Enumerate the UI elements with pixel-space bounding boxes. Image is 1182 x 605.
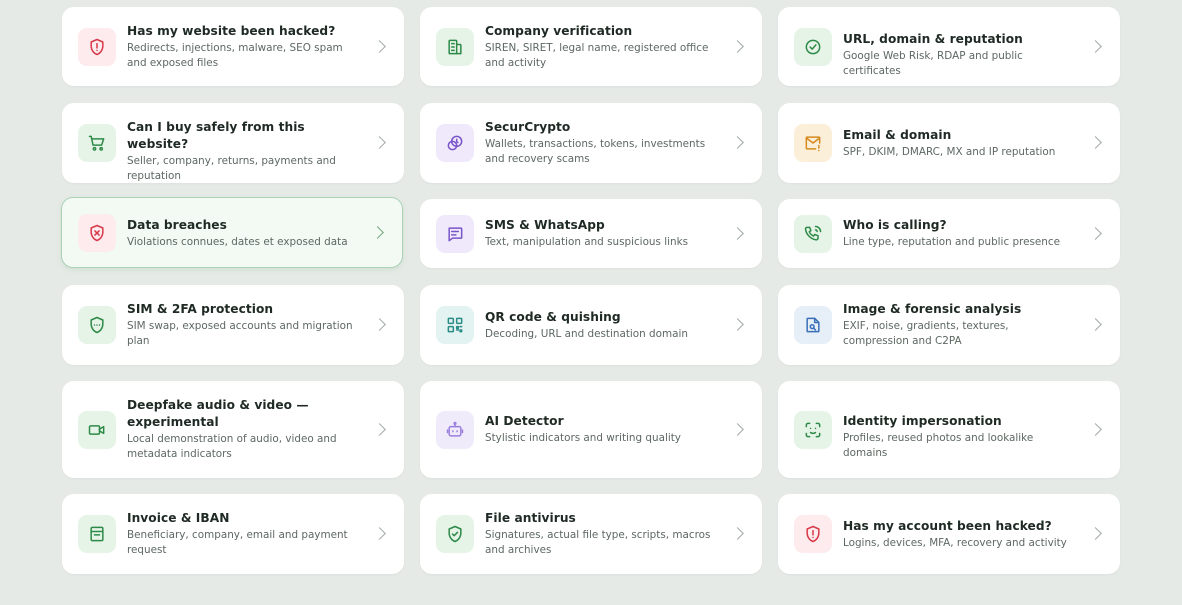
card-ai-detector[interactable]: AI Detector Stylistic indicators and wri… <box>420 381 762 478</box>
card-title: Email & domain <box>843 128 952 142</box>
building-icon <box>436 27 474 66</box>
chevron-right-icon <box>1089 136 1102 149</box>
card-who-is-calling[interactable]: Who is calling? Line type, reputation an… <box>778 199 1120 268</box>
chevron-right-icon <box>1089 39 1102 53</box>
message-icon <box>436 214 474 253</box>
card-description: Decoding, URL and destination domain <box>485 328 688 340</box>
card-securcrypto[interactable]: SecurCrypto Wallets, transactions, token… <box>420 103 762 183</box>
face-scan-icon <box>794 410 832 449</box>
card-description: EXIF, noise, gradients, textures, compre… <box>843 320 1009 347</box>
card-title: AI Detector <box>485 414 564 428</box>
card-account-hacked[interactable]: Has my account been hacked? Logins, devi… <box>778 494 1120 574</box>
card-description: Line type, reputation and public presenc… <box>843 236 1060 248</box>
card-description: Signatures, actual file type, scripts, m… <box>485 529 711 556</box>
card-title: File antivirus <box>485 511 576 525</box>
image-search-icon <box>794 306 832 344</box>
card-description: Wallets, transactions, tokens, investmen… <box>485 138 706 165</box>
card-description: Violations connues, dates et exposed dat… <box>127 236 348 248</box>
chevron-right-icon <box>371 225 384 239</box>
card-title: SecurCrypto <box>485 120 571 134</box>
card-title: Who is calling? <box>843 218 947 232</box>
shield-alert-icon <box>794 515 832 553</box>
card-qr-quishing[interactable]: QR code & quishing Decoding, URL and des… <box>420 285 762 365</box>
chevron-right-icon <box>373 318 386 331</box>
chevron-right-icon <box>1089 422 1102 436</box>
chevron-right-icon <box>1089 318 1102 331</box>
card-description: Stylistic indicators and writing quality <box>485 432 681 444</box>
chevron-right-icon <box>731 226 744 240</box>
card-company-verification[interactable]: Company verification SIREN, SIRET, legal… <box>420 7 762 86</box>
card-identity-impersonation[interactable]: Identity impersonation Profiles, reused … <box>778 381 1120 478</box>
video-icon <box>78 410 116 449</box>
card-invoice-iban[interactable]: Invoice & IBAN Beneficiary, company, ema… <box>62 494 404 574</box>
chevron-right-icon <box>373 39 386 53</box>
card-sms-whatsapp[interactable]: SMS & WhatsApp Text, manipulation and su… <box>420 199 762 268</box>
card-description: Beneficiary, company, email and payment … <box>127 529 348 556</box>
card-description: Redirects, injections, malware, SEO spam… <box>127 42 343 69</box>
shield-alert-icon <box>78 27 116 66</box>
shield-check-icon <box>436 515 474 553</box>
card-title: QR code & quishing <box>485 310 621 324</box>
card-title: Image & forensic analysis <box>843 302 1022 316</box>
card-description: Seller, company, returns, payments and r… <box>127 155 336 182</box>
card-title: Has my account been hacked? <box>843 519 1052 533</box>
card-description: Text, manipulation and suspicious links <box>485 236 689 248</box>
card-deepfake[interactable]: Deepfake audio & video — experimental Lo… <box>62 381 404 478</box>
card-sim-2fa[interactable]: SIM & 2FA protection SIM swap, exposed a… <box>62 285 404 365</box>
qr-code-icon <box>436 306 474 344</box>
card-description: Google Web Risk, RDAP and public certifi… <box>843 50 1023 77</box>
chevron-right-icon <box>731 39 744 53</box>
chevron-right-icon <box>373 422 386 436</box>
card-title: SMS & WhatsApp <box>485 218 605 232</box>
chevron-right-icon <box>731 136 744 149</box>
mail-alert-icon <box>794 124 832 162</box>
receipt-icon <box>78 515 116 553</box>
chevron-right-icon <box>1089 527 1102 540</box>
shield-dots-icon <box>78 306 116 344</box>
card-description: Profiles, reused photos and lookalike do… <box>843 432 1034 459</box>
chevron-right-icon <box>731 318 744 331</box>
card-title: Has my website been hacked? <box>127 24 336 38</box>
card-title: Deepfake audio & video — experimental <box>127 398 309 429</box>
card-title: Data breaches <box>127 218 227 232</box>
badge-check-icon <box>794 27 832 66</box>
card-description: SIREN, SIRET, legal name, registered off… <box>485 42 709 69</box>
card-website-hacked[interactable]: Has my website been hacked? Redirects, i… <box>62 7 404 86</box>
card-description: SPF, DKIM, DMARC, MX and IP reputation <box>843 146 1056 158</box>
chevron-right-icon <box>373 527 386 540</box>
card-description: Logins, devices, MFA, recovery and activ… <box>843 537 1067 549</box>
chevron-right-icon <box>373 136 386 149</box>
card-buy-safely[interactable]: Can I buy safely from this website? Sell… <box>62 103 404 183</box>
card-title: Invoice & IBAN <box>127 511 230 525</box>
card-title: Can I buy safely from this website? <box>127 120 305 151</box>
card-description: Local demonstration of audio, video and … <box>127 433 337 460</box>
card-description: SIM swap, exposed accounts and migration… <box>127 320 353 347</box>
bot-icon <box>436 410 474 449</box>
card-data-breaches[interactable]: Data breaches Violations connues, dates … <box>61 197 403 268</box>
card-title: Company verification <box>485 24 633 38</box>
card-title: Identity impersonation <box>843 414 1002 428</box>
chevron-right-icon <box>731 422 744 436</box>
cart-icon <box>78 124 116 162</box>
shield-x-icon <box>78 213 116 252</box>
chevron-right-icon <box>1089 226 1102 240</box>
card-url-domain-reputation[interactable]: URL, domain & reputation Google Web Risk… <box>778 7 1120 86</box>
phone-icon <box>794 214 832 253</box>
card-title: SIM & 2FA protection <box>127 302 274 316</box>
card-title: URL, domain & reputation <box>843 32 1023 46</box>
card-file-antivirus[interactable]: File antivirus Signatures, actual file t… <box>420 494 762 574</box>
card-image-forensic[interactable]: Image & forensic analysis EXIF, noise, g… <box>778 285 1120 365</box>
card-email-domain[interactable]: Email & domain SPF, DKIM, DMARC, MX and … <box>778 103 1120 183</box>
chevron-right-icon <box>731 527 744 540</box>
coins-icon <box>436 124 474 162</box>
